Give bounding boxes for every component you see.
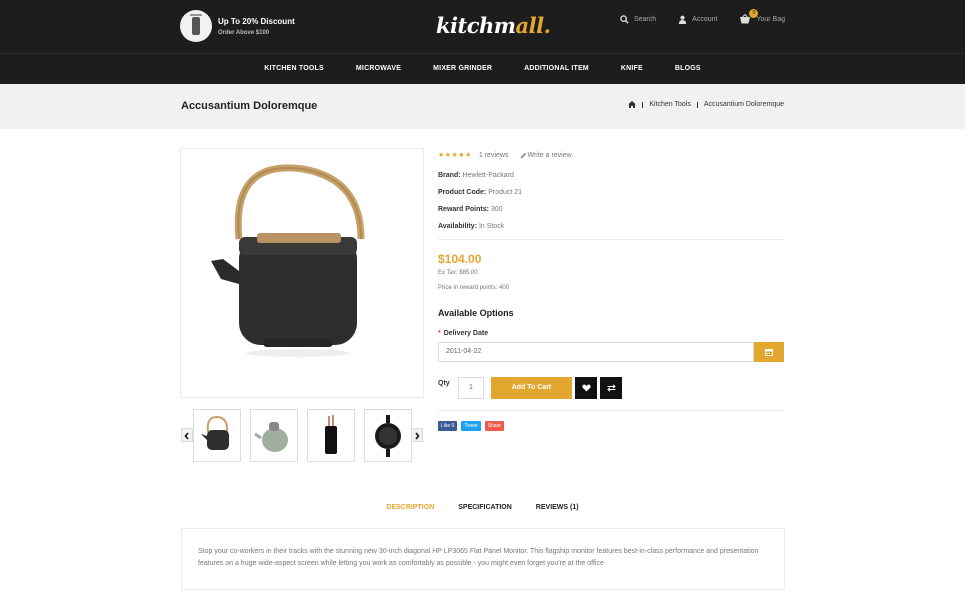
thumbnail-teapot[interactable] (193, 409, 241, 462)
account-button[interactable]: Account (678, 15, 717, 24)
compare-arrows-icon (606, 384, 616, 392)
breadcrumb-link-kitchen-tools[interactable]: Kitchen Tools (649, 101, 691, 108)
pan-thumbnail-image (375, 415, 401, 457)
description-panel: Stop your co-workers in their tracks wit… (181, 528, 785, 590)
nav-item-kitchen-tools[interactable]: KITCHEN TOOLS (264, 54, 324, 84)
knife-block-thumbnail-image (325, 415, 337, 454)
nav-item-blogs[interactable]: BLOGS (675, 54, 701, 84)
spec-availability: Availability: In Stock (438, 223, 505, 230)
product-tabs: DESCRIPTION SPECIFICATION REVIEWS (1) (0, 504, 965, 511)
description-text: Stop your co-workers in their tracks wit… (198, 548, 759, 567)
kettle-thumbnail-image (254, 422, 288, 452)
carousel-next-button[interactable] (411, 428, 423, 442)
knife-block-icon (180, 10, 212, 42)
main-nav: KITCHEN TOOLS MICROWAVE MIXER GRINDER AD… (0, 53, 965, 84)
heart-icon (581, 384, 591, 392)
calendar-icon (765, 349, 773, 356)
thumbnail-knife-block[interactable] (307, 409, 355, 462)
spec-brand: Brand: Hewlett-Packard (438, 172, 514, 179)
qty-label: Qty (438, 379, 450, 387)
nav-item-mixer-grinder[interactable]: MIXER GRINDER (433, 54, 492, 84)
thumbnail-kettle[interactable] (250, 409, 298, 462)
search-button[interactable]: Search (620, 14, 657, 24)
teapot-thumbnail-image (201, 415, 229, 450)
thumbnail-carousel (181, 409, 423, 463)
spec-reward-points: Reward Points: 300 (438, 206, 503, 213)
delivery-date-input[interactable]: 2011-04-22 (438, 342, 754, 362)
qty-input[interactable]: 1 (458, 377, 484, 399)
spec-product-code: Product Code: Product 21 (438, 189, 523, 196)
divider (438, 410, 785, 411)
account-label: Account (692, 15, 718, 23)
share-button[interactable]: Share (484, 421, 505, 431)
bag-button[interactable]: 0 Your Bag (739, 9, 785, 24)
delivery-date-label: * Delivery Date (438, 330, 489, 337)
search-label: Search (633, 15, 657, 23)
user-icon (679, 15, 687, 24)
nav-item-additional-item[interactable]: ADDITIONAL ITEM (524, 54, 589, 84)
promo-title: Up To 20% Discount (218, 16, 295, 26)
tab-specification[interactable]: SPECIFICATION (458, 504, 512, 511)
ex-tax-price: Ex Tax: $85.00 (438, 270, 478, 276)
reward-points-price: Price in reward points: 400 (438, 285, 510, 291)
wishlist-button[interactable] (575, 377, 597, 399)
write-review-link[interactable]: Write a review (520, 151, 572, 159)
pencil-icon (520, 152, 527, 158)
tweet-button[interactable]: Tweet (461, 421, 481, 431)
breadcrumb-current[interactable]: Accusantium Doloremque (704, 101, 784, 108)
tab-reviews[interactable]: REVIEWS (1) (536, 504, 579, 511)
reviews-link[interactable]: 1 reviews (479, 152, 509, 159)
nav-item-microwave[interactable]: MICROWAVE (356, 54, 401, 84)
rating-stars: ★★★★★ (438, 152, 472, 159)
home-icon[interactable] (628, 101, 637, 108)
options-title: Available Options (438, 308, 514, 318)
page-header-band: Accusantium Doloremque Kitchen Tools Acc… (0, 84, 965, 129)
promo-banner[interactable]: Up To 20% Discount Order Above $100 (180, 10, 295, 42)
chevron-right-icon (415, 432, 420, 440)
breadcrumb: Kitchen Tools Accusantium Doloremque (628, 101, 784, 108)
chevron-left-icon (184, 432, 189, 440)
tab-description[interactable]: DESCRIPTION (386, 504, 434, 511)
page-title: Accusantium Doloremque (181, 100, 318, 112)
product-info: ★★★★★ 1 reviews Write a review Brand: He… (438, 148, 785, 431)
product-main-image[interactable] (180, 148, 424, 398)
facebook-like-button[interactable]: Like 0 (438, 421, 458, 431)
site-logo[interactable]: kitchmall. (436, 13, 551, 38)
add-to-cart-button[interactable]: Add To Cart (491, 377, 572, 399)
calendar-button[interactable] (754, 342, 784, 362)
promo-subtitle: Order Above $100 (218, 29, 270, 36)
product-price: $104.00 (438, 252, 482, 266)
carousel-prev-button[interactable] (181, 428, 193, 442)
divider (438, 239, 785, 240)
compare-button[interactable] (600, 377, 622, 399)
write-review-label: Write a review (527, 151, 572, 159)
thumbnail-pan[interactable] (364, 409, 412, 462)
bag-label: Your Bag (756, 15, 785, 23)
search-icon (620, 14, 629, 24)
teapot-image (211, 164, 365, 357)
nav-item-knife[interactable]: KNIFE (621, 54, 643, 84)
top-header: Up To 20% Discount Order Above $100 kitc… (0, 0, 965, 53)
